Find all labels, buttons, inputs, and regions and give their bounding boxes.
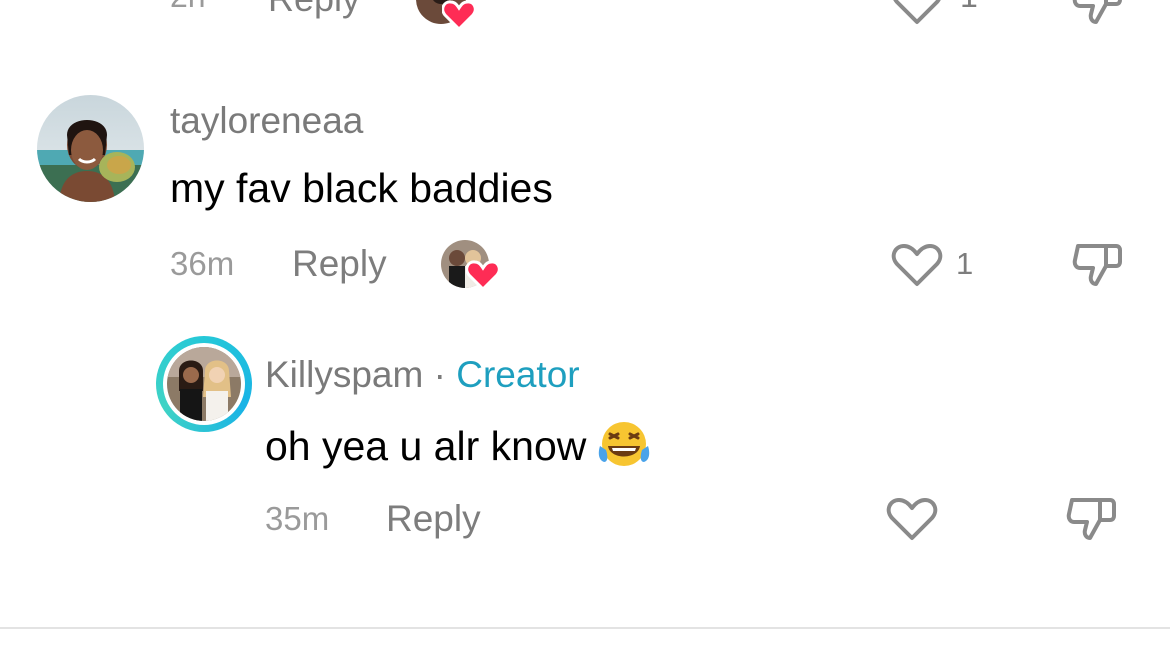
comment-time: 36m [170, 245, 235, 282]
thumbs-down-icon[interactable] [1072, 0, 1124, 26]
comment-time: 2h [170, 0, 206, 15]
comment-text: my fav black baddies [170, 165, 553, 211]
comment-username[interactable]: Killyspam [265, 354, 423, 395]
avatar[interactable] [167, 347, 241, 421]
creator-badge: Creator [456, 354, 580, 395]
separator-dot: · [433, 354, 446, 395]
reply-button[interactable]: Reply [386, 498, 481, 540]
creator-liked-heart-icon [466, 260, 500, 290]
laughing-crying-emoji-icon [599, 422, 650, 466]
comment-username[interactable]: tayloreneaa [170, 100, 363, 142]
thumbs-down-icon[interactable] [1066, 496, 1118, 542]
reply-button[interactable]: Reply [268, 0, 360, 20]
heart-outline-icon[interactable] [890, 0, 944, 26]
avatar[interactable] [37, 95, 144, 202]
like-count: 1 [960, 0, 978, 15]
heart-outline-icon[interactable] [890, 242, 944, 288]
divider [0, 627, 1170, 629]
reply-button[interactable]: Reply [292, 243, 387, 285]
like-count: 1 [956, 246, 974, 281]
comment-text: oh yea u alr know [265, 423, 587, 469]
comment-time: 35m [265, 500, 330, 537]
reply-header: Killyspam · Creator [265, 354, 580, 396]
heart-outline-icon[interactable] [885, 496, 939, 542]
thumbs-down-icon[interactable] [1072, 242, 1124, 288]
creator-liked-heart-icon [442, 0, 476, 30]
comment-text-row: oh yea u alr know [265, 420, 652, 470]
